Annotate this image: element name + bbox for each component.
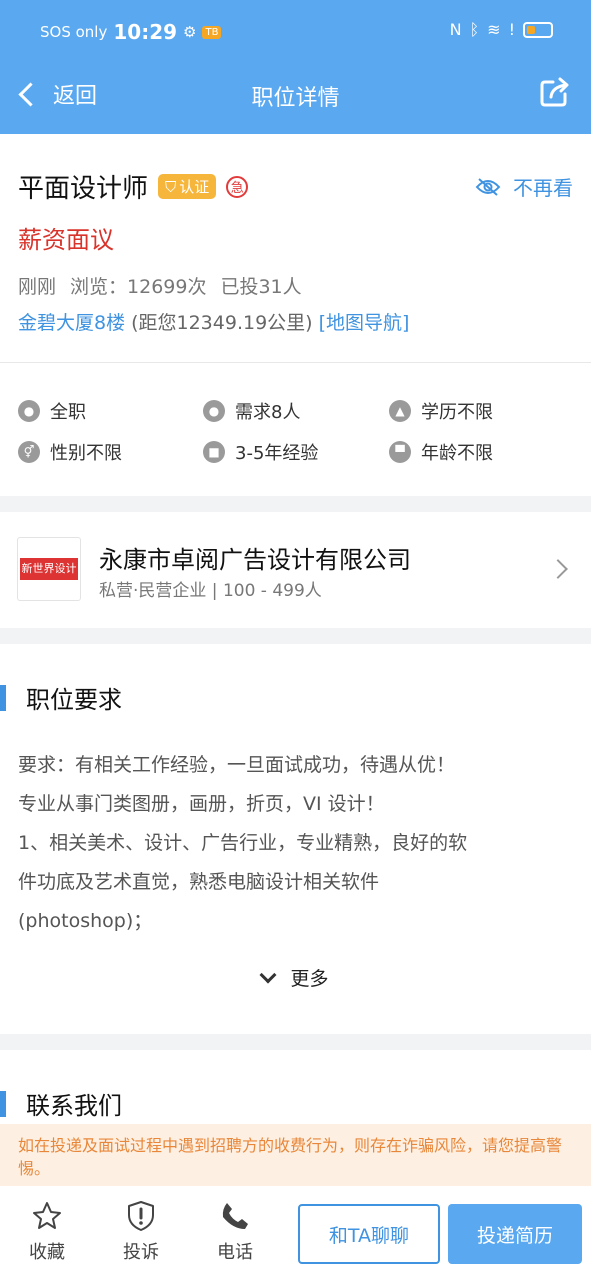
hide-job-button[interactable]: 不再看: [475, 172, 573, 201]
map-navigation-link[interactable]: [地图导航]: [319, 308, 410, 335]
chat-button[interactable]: 和TA聊聊: [298, 1204, 440, 1264]
graduation-cap-icon: ▲: [389, 400, 411, 422]
gender-icon: ⚥: [18, 441, 40, 463]
bluetooth-icon: ᛒ: [469, 20, 480, 39]
page-title: 职位详情: [251, 86, 340, 111]
gear-icon: ⚙: [183, 23, 197, 41]
contact-card: 联系我们: [0, 1050, 591, 1130]
top-bar: SOS only 10:29 ⚙ TB N ᛒ ≋ ! 返回 职位详情: [0, 0, 591, 134]
app-badge: TB: [202, 25, 222, 39]
more-button[interactable]: 更多: [0, 964, 591, 991]
address-row: 金碧大厦8楼 (距您12349.19公里) [地图导航]: [18, 308, 409, 335]
company-name: 永康市卓阅广告设计有限公司: [99, 546, 411, 574]
carrier-text: SOS only: [40, 23, 108, 41]
nav-bar: 返回 职位详情: [0, 64, 591, 134]
urgent-badge: 急: [226, 175, 249, 198]
posted-time: 刚刚: [18, 276, 57, 298]
star-icon: [33, 1202, 61, 1229]
favorite-button[interactable]: 收藏: [12, 1200, 82, 1264]
wifi-icon: ≋: [487, 20, 501, 39]
attr-gender: ⚥ 性别不限: [18, 439, 122, 465]
battery-icon: [523, 21, 553, 38]
address-link[interactable]: 金碧大厦8楼: [18, 308, 125, 335]
chevron-right-icon: [548, 559, 568, 579]
chevron-down-icon: [259, 966, 277, 983]
briefcase-icon: ■: [203, 441, 225, 463]
requirements-heading: 职位要求: [0, 680, 122, 715]
company-info: 私营·民营企业 | 100 - 499人: [99, 581, 322, 601]
company-logo: 新世界设计: [17, 537, 81, 601]
nfc-icon: N: [449, 20, 462, 39]
contact-heading: 联系我们: [0, 1086, 122, 1121]
requirements-text: 要求：有相关工作经验，一旦面试成功，待遇从优！ 专业从事门类图册，画册，折页，V…: [18, 754, 468, 932]
view-count: 浏览：12699次: [70, 276, 207, 298]
attr-job-type: ● 全职: [18, 398, 86, 424]
report-button[interactable]: 投诉: [106, 1200, 176, 1264]
requirements-card: 职位要求 要求：有相关工作经验，一旦面试成功，待遇从优！ 专业从事门类图册，画册…: [0, 644, 591, 1034]
share-icon[interactable]: [539, 76, 571, 108]
job-title: 平面设计师: [18, 174, 149, 204]
distance: (距您12349.19公里): [131, 312, 313, 334]
shield-check-icon: ⛉: [165, 177, 177, 196]
fraud-warning: 如在投递及面试过程中遇到招聘方的收费行为，则存在诈骗风险，请您提高警惕。: [0, 1124, 591, 1186]
divider: [0, 362, 591, 363]
person-icon: ●: [18, 400, 40, 422]
attr-age: ▀ 年龄不限: [389, 439, 493, 465]
shield-alert-icon: [128, 1201, 154, 1231]
group-icon: ●: [203, 400, 225, 422]
job-info-card: 平面设计师 ⛉ 认证 急 不再看 薪资面议 刚刚 浏览：12699次 已投31人…: [0, 134, 591, 496]
phone-icon: [222, 1203, 248, 1229]
clock: 10:29: [113, 20, 178, 44]
phone-button[interactable]: 电话: [200, 1200, 270, 1264]
attr-education: ▲ 学历不限: [389, 398, 493, 424]
attr-experience: ■ 3-5年经验: [203, 439, 318, 465]
job-meta: 刚刚 浏览：12699次 已投31人: [18, 272, 302, 299]
applied-count: 已投31人: [220, 276, 302, 298]
alert-icon: !: [508, 20, 515, 39]
attr-headcount: ● 需求8人: [203, 398, 300, 424]
company-card[interactable]: 新世界设计 永康市卓阅广告设计有限公司 私营·民营企业 | 100 - 499人: [0, 512, 591, 628]
certified-badge: ⛉ 认证: [158, 174, 217, 199]
salary: 薪资面议: [18, 226, 114, 254]
status-bar: SOS only 10:29 ⚙ TB N ᛒ ≋ !: [0, 0, 591, 64]
cake-icon: ▀: [389, 441, 411, 463]
apply-resume-button[interactable]: 投递简历: [448, 1204, 582, 1264]
eye-off-icon: [475, 177, 501, 196]
bottom-action-bar: 收藏 投诉 电话 和TA聊聊 投递简历: [0, 1186, 591, 1280]
